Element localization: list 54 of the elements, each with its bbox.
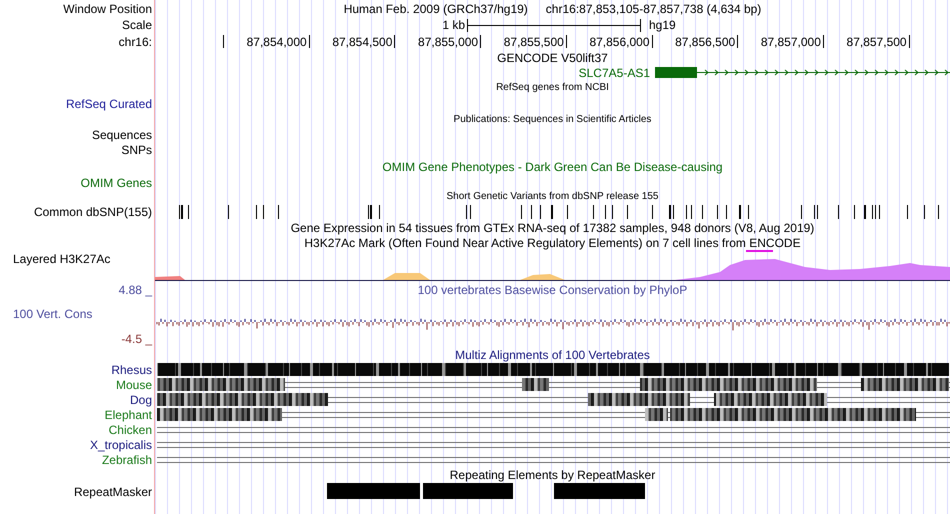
- track-label[interactable]: Dog: [130, 392, 152, 406]
- tick-mark: [566, 35, 567, 48]
- tick-mark: [308, 35, 310, 48]
- tick-mark: [908, 35, 910, 48]
- position-text: chr16:87,853,105-87,857,738 (4,634 bp): [546, 0, 762, 18]
- track-label[interactable]: Rhesus: [111, 362, 152, 376]
- tick-mark: [223, 35, 224, 48]
- track-label[interactable]: Zebrafish: [102, 452, 152, 466]
- track-label[interactable]: 100 Vert. Cons: [13, 307, 92, 321]
- variant-drawing[interactable]: [178, 205, 941, 219]
- assembly-text: hg19: [649, 17, 676, 34]
- ruler-label: 87,854,500: [332, 34, 392, 50]
- track-label[interactable]: SNPs: [121, 142, 152, 156]
- scale-text: 1 kb: [441, 17, 465, 34]
- repeat-drawing[interactable]: [327, 483, 645, 499]
- track-label[interactable]: RepeatMasker: [74, 484, 152, 498]
- track-title: RefSeq genes from NCBI: [496, 81, 609, 95]
- tick-mark: [737, 35, 738, 48]
- track-title: Gene Expression in 54 tissues from GTEx RNA-seq of 17382 samples, 948 donors (V8, Aug 2019): [290, 221, 814, 235]
- track-label[interactable]: -4.5 _: [121, 332, 152, 346]
- tick-mark: [394, 35, 396, 48]
- track-label[interactable]: OMIM Genes: [80, 176, 152, 190]
- track-title: GENCODE V50lift37: [497, 50, 608, 64]
- ruler-label: 87,857,500: [846, 34, 907, 50]
- track-title: 100 vertebrates Basewise Conservation by PhyloP: [418, 282, 688, 296]
- track-label[interactable]: Chicken: [108, 422, 152, 436]
- track-label[interactable]: X_tropicalis: [90, 438, 152, 452]
- ruler-label: 87,855,500: [504, 34, 564, 50]
- track-label[interactable]: 4.88 _: [118, 282, 152, 296]
- track-label[interactable]: Common dbSNP(155): [34, 205, 152, 219]
- track-title: Multiz Alignments of 100 Vertebrates: [455, 348, 650, 362]
- track-title: Short Genetic Variants from dbSNP release 155: [446, 190, 658, 204]
- track-title: Publications: Sequences in Scientific Articles: [454, 113, 652, 127]
- track-label[interactable]: Sequences: [92, 128, 152, 142]
- track-title: H3K27Ac Mark (Often Found Near Active Regulatory Elements) on 7 cell lines from ENCODE: [304, 236, 801, 250]
- track-title: OMIM Gene Phenotypes - Dark Green Can Be Disease-causing: [382, 160, 723, 174]
- track-label[interactable]: chr16:: [118, 34, 152, 48]
- tick-mark: [480, 35, 482, 48]
- track-label[interactable]: Layered H3K27Ac: [13, 252, 110, 266]
- track-label[interactable]: Scale: [122, 18, 152, 32]
- track-title: Repeating Elements by RepeatMasker: [450, 468, 656, 482]
- track-label[interactable]: RefSeq Curated: [66, 97, 152, 111]
- ruler-label: 87,855,000: [418, 34, 478, 50]
- ruler-label: 87,854,000: [246, 34, 307, 50]
- tick-mark: [822, 35, 824, 48]
- ruler-label: 87,857,000: [760, 34, 821, 50]
- track-label[interactable]: Elephant: [104, 408, 152, 422]
- assembly-title: Human Feb. 2009 (GRCh37/hg19): [344, 0, 528, 18]
- ruler-label: 87,856,000: [589, 34, 650, 50]
- track-label[interactable]: Mouse: [116, 378, 152, 392]
- track-label[interactable]: Window Position: [63, 2, 152, 16]
- gene-drawing[interactable]: [655, 67, 950, 78]
- ruler-label: 87,856,500: [675, 34, 736, 50]
- gene-label[interactable]: SLC7A5-AS1: [578, 64, 650, 82]
